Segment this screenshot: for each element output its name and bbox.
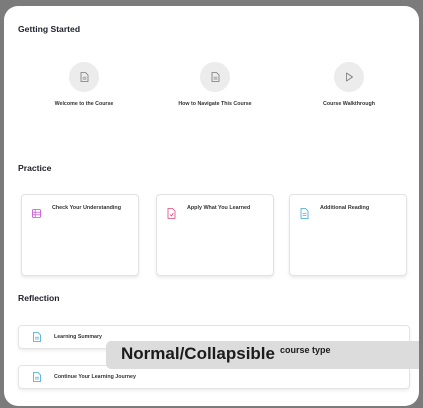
practice-card-apply-what-you-learned[interactable]: Apply What You Learned	[156, 194, 274, 276]
reflection-title: Reflection	[18, 293, 60, 303]
document-icon	[33, 372, 41, 382]
reflection-item-label: Learning Summary	[54, 334, 102, 340]
document-icon	[200, 62, 230, 92]
item-welcome-to-the-course[interactable]: Welcome to the Course	[24, 62, 144, 107]
practice-card-additional-reading[interactable]: Additional Reading	[289, 194, 407, 276]
practice-card-check-understanding[interactable]: Check Your Understanding	[21, 194, 139, 276]
document-icon	[69, 62, 99, 92]
reading-icon	[300, 208, 309, 219]
item-label: Welcome to the Course	[54, 101, 114, 107]
caption-main: Normal/Collapsible	[121, 344, 275, 363]
caption-sub: course type	[279, 345, 331, 355]
item-how-to-navigate[interactable]: How to Navigate This Course	[155, 62, 275, 107]
item-label: How to Navigate This Course	[178, 101, 252, 107]
document-icon	[33, 332, 41, 342]
play-icon	[334, 62, 364, 92]
quiz-icon	[32, 209, 41, 218]
practice-card-label: Check Your Understanding	[52, 205, 121, 211]
getting-started-title: Getting Started	[18, 24, 81, 34]
practice-card-label: Apply What You Learned	[187, 205, 251, 211]
assignment-icon	[167, 208, 176, 219]
practice-card-label: Additional Reading	[320, 205, 370, 211]
item-course-walkthrough[interactable]: Course Walkthrough	[289, 62, 409, 107]
course-type-caption: Normal/Collapsible course type	[106, 341, 419, 369]
item-label: Course Walkthrough	[323, 101, 375, 107]
practice-title: Practice	[18, 163, 52, 173]
reflection-item-label: Continue Your Learning Journey	[54, 374, 136, 380]
